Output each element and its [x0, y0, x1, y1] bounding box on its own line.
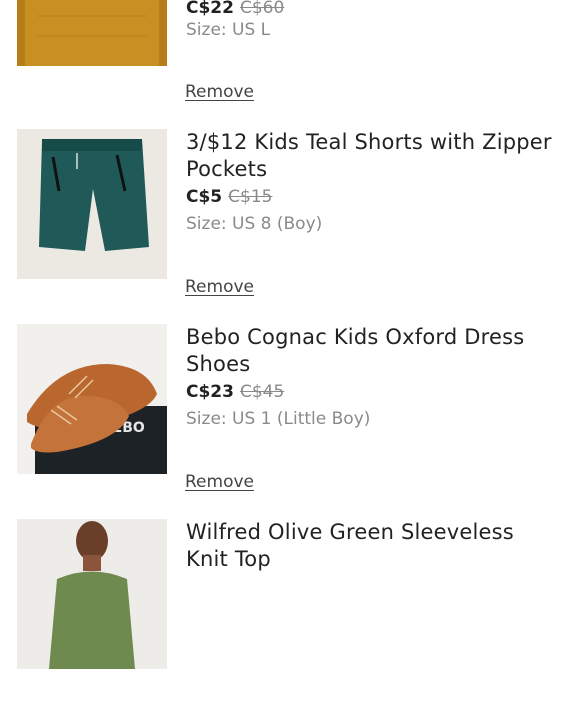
price-row: C$5 C$15 [186, 186, 272, 208]
original-price: C$45 [239, 382, 285, 402]
product-title[interactable]: Bebo Cognac Kids Oxford Dress Shoes [186, 324, 556, 378]
product-title[interactable]: Wilfred Olive Green Sleeveless Knit Top [186, 519, 556, 573]
shoes-image: BEBO [17, 324, 167, 474]
price-row: C$23 C$45 [186, 381, 284, 403]
sweater-image [17, 0, 167, 66]
size-label: Size: US L [186, 20, 271, 40]
original-price: C$60 [239, 0, 285, 18]
sale-price: C$23 [186, 382, 234, 402]
product-image-mustard-sweater[interactable] [17, 0, 167, 66]
sale-price: C$22 [186, 0, 234, 18]
remove-button[interactable]: Remove [185, 82, 254, 102]
product-title[interactable]: 3/$12 Kids Teal Shorts with Zipper Pocke… [186, 129, 556, 183]
remove-button[interactable]: Remove [185, 277, 254, 297]
cart-item: 3/$12 Kids Teal Shorts with Zipper Pocke… [0, 129, 580, 324]
cart-item: C$22 C$60 Size: US L Remove [0, 0, 580, 102]
shorts-image [17, 129, 167, 279]
product-image-teal-shorts[interactable] [17, 129, 167, 279]
remove-button[interactable]: Remove [185, 472, 254, 492]
sale-price: C$5 [186, 187, 223, 207]
product-image-oxford-shoes[interactable]: BEBO [17, 324, 167, 474]
price-row: C$22 C$60 [186, 0, 284, 19]
size-label: Size: US 1 (Little Boy) [186, 409, 371, 429]
olive-top-image [17, 519, 167, 669]
cart-item: BEBO Bebo Cognac Kids Oxford Dress Shoes… [0, 324, 580, 519]
product-image-olive-top[interactable] [17, 519, 167, 669]
size-label: Size: US 8 (Boy) [186, 214, 323, 234]
cart-item: Wilfred Olive Green Sleeveless Knit Top [0, 519, 580, 714]
original-price: C$15 [228, 187, 273, 207]
